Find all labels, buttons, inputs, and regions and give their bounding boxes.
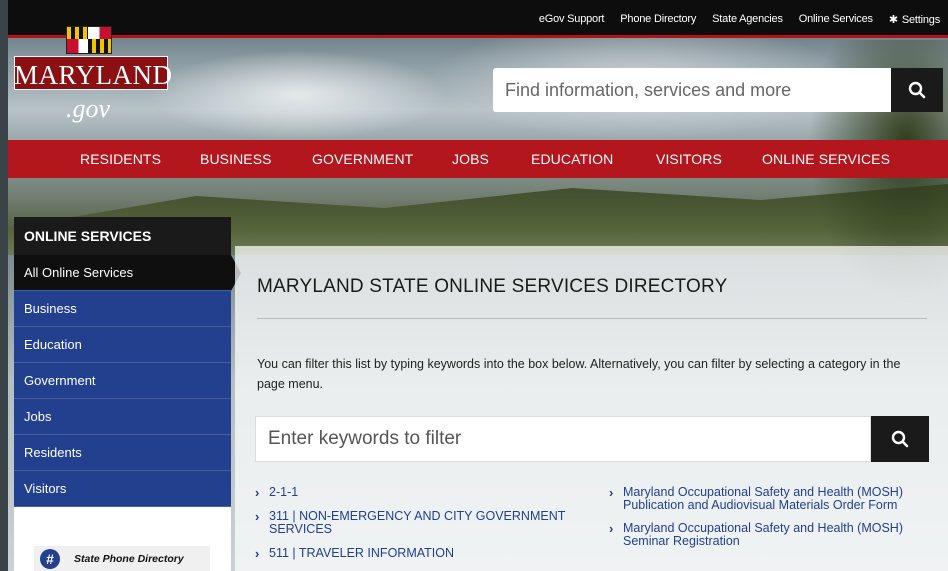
service-label: Maryland Occupational Safety and Health … bbox=[623, 485, 903, 512]
service-link[interactable]: › Maryland Occupational Safety and Health… bbox=[609, 522, 929, 548]
maryland-flag-icon bbox=[66, 26, 112, 54]
phone-directory-link[interactable]: Phone Directory bbox=[612, 13, 704, 25]
search-icon bbox=[891, 430, 909, 448]
main-nav: RESIDENTS BUSINESS GOVERNMENT JOBS EDUCA… bbox=[8, 140, 948, 178]
online-services-link[interactable]: Online Services bbox=[791, 13, 881, 25]
nav-residents[interactable]: RESIDENTS bbox=[80, 151, 161, 167]
services-column-left: › 2-1-1 › 311 | NON-EMERGENCY AND CITY GOV… bbox=[255, 486, 585, 571]
settings-label: Settings bbox=[901, 13, 940, 26]
nav-visitors[interactable]: VISITORS bbox=[656, 151, 722, 167]
cloud bbox=[148, 50, 448, 140]
hash-icon: # bbox=[40, 548, 60, 569]
maryland-gov-logo[interactable]: MARYLAND .gov bbox=[14, 26, 173, 123]
chevron-right-icon: › bbox=[609, 521, 614, 536]
site-search-input[interactable]: Find information, services and more bbox=[493, 68, 891, 112]
service-label: 311 | NON-EMERGENCY AND CITY GOVERNMENT … bbox=[269, 509, 566, 536]
chevron-right-icon: › bbox=[255, 546, 260, 561]
nav-education[interactable]: EDUCATION bbox=[531, 151, 613, 167]
sidebar-item-jobs[interactable]: Jobs bbox=[14, 399, 231, 435]
page-title: MARYLAND STATE ONLINE SERVICES DIRECTORY bbox=[257, 276, 728, 297]
main-content: MARYLAND STATE ONLINE SERVICES DIRECTORY… bbox=[235, 246, 948, 571]
state-phone-directory-label: State Phone Directory bbox=[74, 552, 184, 565]
service-link[interactable]: › 311 | NON-EMERGENCY AND CITY GOVERNMENT… bbox=[255, 510, 585, 536]
gear-icon: ✱ bbox=[888, 13, 898, 26]
nav-jobs[interactable]: JOBS bbox=[452, 151, 489, 167]
chevron-right-icon: › bbox=[609, 485, 614, 500]
nav-business[interactable]: BUSINESS bbox=[200, 151, 272, 167]
utility-links: eGov Support Phone Directory State Agenc… bbox=[531, 0, 948, 38]
filter-button[interactable] bbox=[871, 416, 929, 462]
sidebar-header: ONLINE SERVICES bbox=[14, 217, 231, 255]
site-search: Find information, services and more bbox=[493, 68, 943, 112]
service-label: 511 | TRAVELER INFORMATION bbox=[269, 546, 454, 560]
service-label: 2-1-1 bbox=[269, 485, 299, 499]
sidebar-item-education[interactable]: Education bbox=[14, 327, 231, 363]
logo-gov: .gov bbox=[66, 94, 111, 123]
window-edge bbox=[0, 0, 8, 571]
service-link[interactable]: › 2-1-1 bbox=[255, 485, 585, 500]
site-search-button[interactable] bbox=[891, 68, 943, 112]
sidebar-item-all-online-services[interactable]: All Online Services bbox=[14, 255, 241, 291]
sidebar-menu: All Online Services Business Education G… bbox=[14, 255, 241, 507]
sidebar-item-business[interactable]: Business bbox=[14, 291, 231, 327]
logo-wordmark: MARYLAND bbox=[14, 60, 173, 90]
state-phone-directory-button[interactable]: # State Phone Directory bbox=[34, 546, 210, 571]
search-icon bbox=[908, 81, 926, 99]
sidebar-item-residents[interactable]: Residents bbox=[14, 435, 231, 471]
filter-input[interactable]: Enter keywords to filter bbox=[255, 416, 871, 462]
nav-online-services[interactable]: ONLINE SERVICES bbox=[762, 151, 890, 167]
service-label: Maryland Occupational Safety and Health … bbox=[623, 521, 903, 548]
egov-support-link[interactable]: eGov Support bbox=[531, 13, 612, 25]
title-divider bbox=[257, 318, 927, 319]
settings-link[interactable]: ✱ Settings bbox=[881, 13, 948, 26]
sidebar-item-government[interactable]: Government bbox=[14, 363, 231, 399]
state-agencies-link[interactable]: State Agencies bbox=[704, 13, 791, 25]
chevron-right-icon: › bbox=[255, 509, 260, 524]
service-link[interactable]: › 511 | TRAVELER INFORMATION bbox=[255, 546, 585, 561]
nav-government[interactable]: GOVERNMENT bbox=[312, 151, 413, 167]
chevron-right-icon: › bbox=[255, 485, 260, 500]
services-column-right: › Maryland Occupational Safety and Health… bbox=[609, 486, 929, 558]
filter-bar: Enter keywords to filter bbox=[255, 416, 929, 462]
intro-text: You can filter this list by typing keywo… bbox=[257, 357, 901, 391]
sidebar-item-visitors[interactable]: Visitors bbox=[14, 471, 231, 507]
service-link[interactable]: › Maryland Occupational Safety and Health… bbox=[609, 486, 929, 512]
